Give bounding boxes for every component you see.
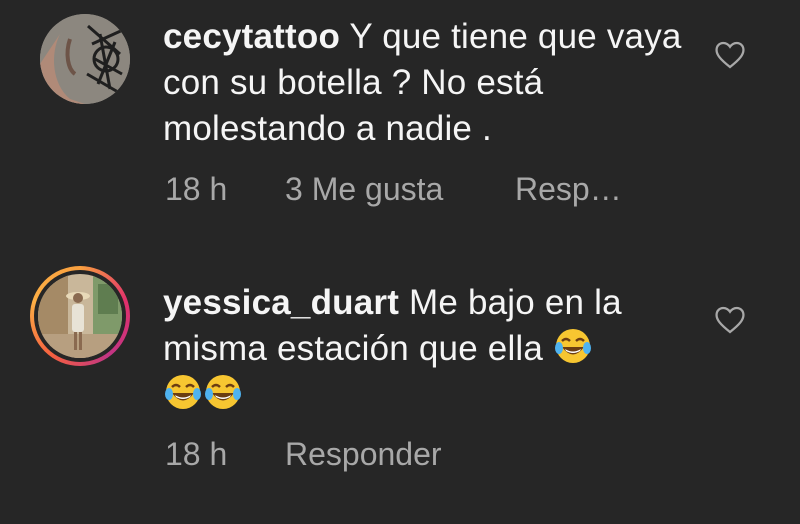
tears-of-joy-emoji bbox=[205, 375, 241, 409]
avatar[interactable] bbox=[38, 274, 122, 358]
username[interactable]: cecytattoo bbox=[163, 17, 340, 56]
tears-of-joy-emoji bbox=[165, 375, 201, 409]
reply-button[interactable]: Responder bbox=[285, 436, 442, 473]
heart-outline-icon[interactable] bbox=[713, 38, 747, 72]
comment-text-block: cecytattoo Y que tiene que vaya con su b… bbox=[163, 14, 683, 152]
likes-count[interactable]: 3 Me gusta bbox=[285, 171, 515, 208]
comment-meta: 18 h 3 Me gusta Resp… bbox=[165, 171, 622, 208]
avatar-woman-street-image bbox=[38, 274, 122, 358]
timestamp: 18 h bbox=[165, 436, 228, 472]
reply-button[interactable]: Resp… bbox=[515, 171, 622, 208]
timestamp: 18 h bbox=[165, 171, 228, 207]
avatar-ear-tattoo-image bbox=[40, 14, 130, 104]
username[interactable]: yessica_duart bbox=[163, 283, 399, 322]
heart-outline-icon[interactable] bbox=[713, 303, 747, 337]
comment-meta: 18 h Responder bbox=[165, 436, 442, 473]
comment-text-block: yessica_duart Me bajo en la misma estaci… bbox=[163, 280, 683, 418]
avatar[interactable] bbox=[40, 14, 130, 104]
tears-of-joy-emoji bbox=[555, 329, 592, 363]
